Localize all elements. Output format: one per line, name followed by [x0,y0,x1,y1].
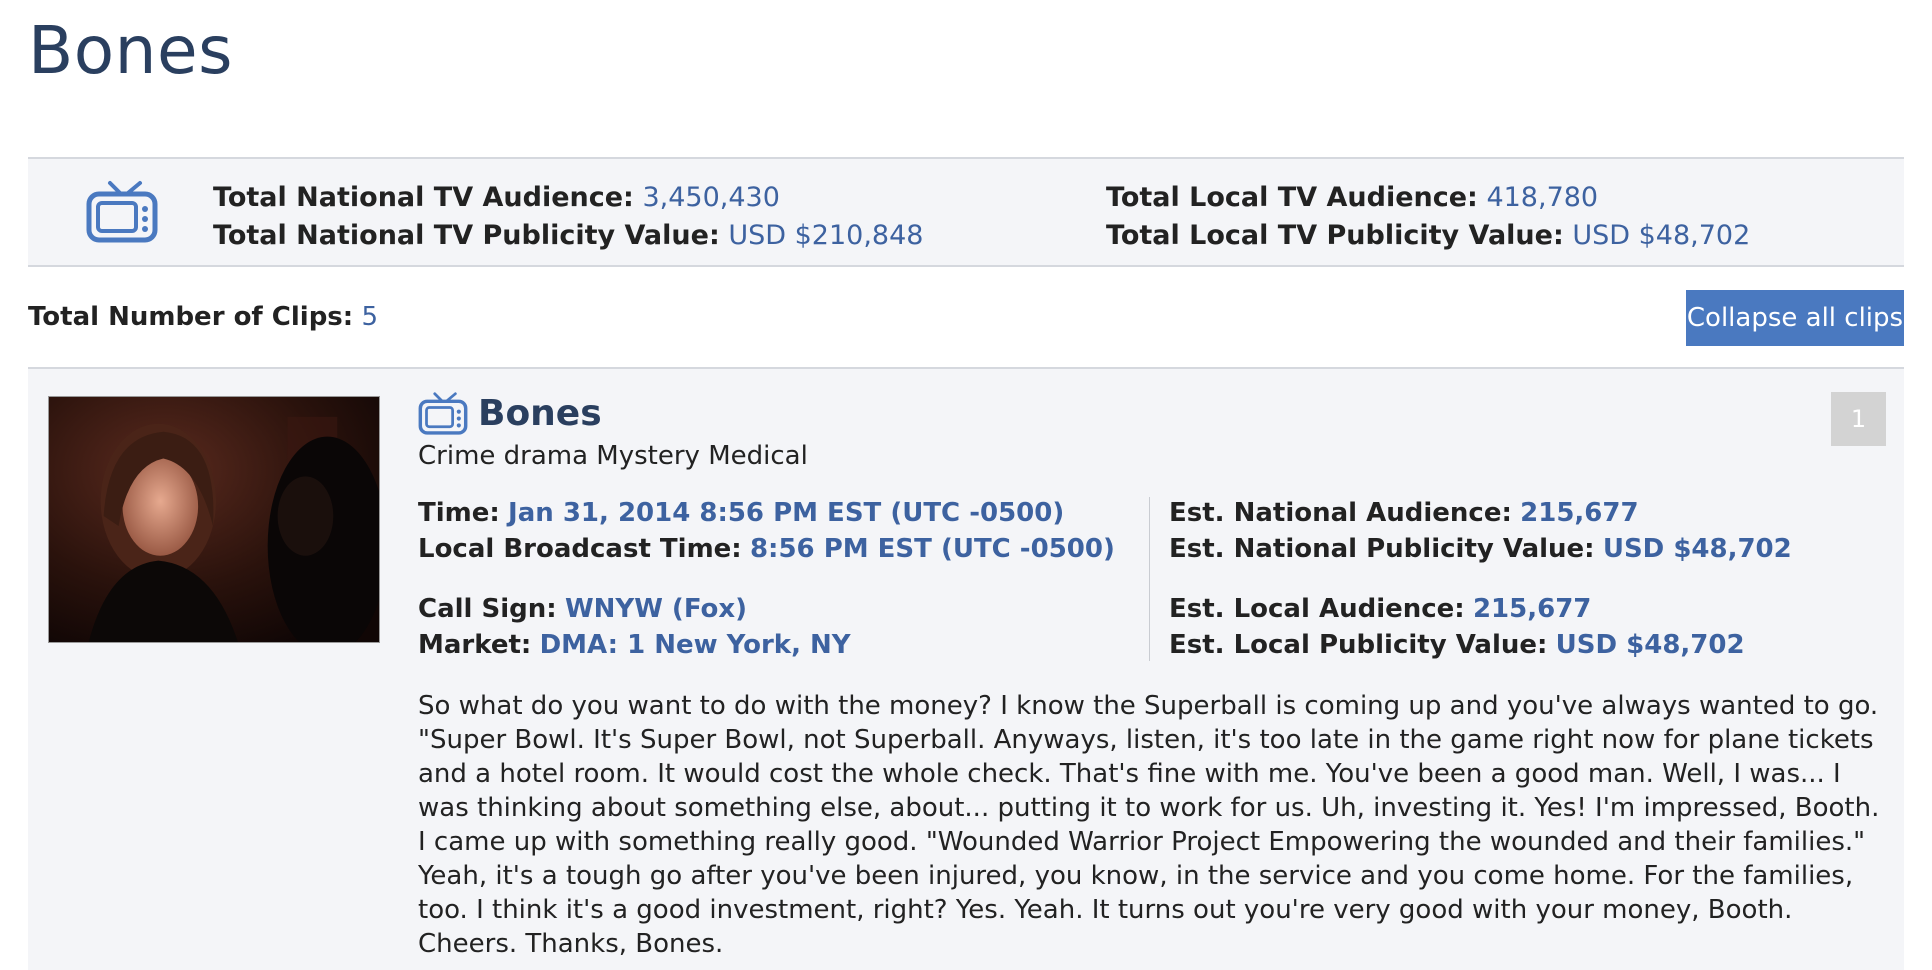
local-time-value: 8:56 PM EST (UTC -0500) [749,534,1115,564]
tv-icon [418,392,468,435]
clip-title[interactable]: Bones [478,393,602,434]
call-sign-value: WNYW (Fox) [564,594,748,624]
clip-count: Total Number of Clips: 5 [28,302,378,332]
national-summary: Total National TV Audience: 3,450,430 To… [213,179,923,255]
local-time-label: Local Broadcast Time: [418,534,742,564]
national-audience-row: Est. National Audience: 215,677 [1169,495,1792,531]
est-national-audience-value: 215,677 [1520,498,1639,528]
est-national-publicity-label: Est. National Publicity Value: [1169,534,1595,564]
national-audience-row: Total National TV Audience: 3,450,430 [213,179,923,217]
local-value-label: Total Local TV Publicity Value: [1106,220,1564,251]
national-audience-value: 3,450,430 [642,182,780,213]
market-value: DMA: 1 New York, NY [539,630,851,660]
tv-icon [86,181,158,243]
local-audience-value: 418,780 [1486,182,1599,213]
est-local-audience-label: Est. Local Audience: [1169,594,1465,624]
local-time-row: Local Broadcast Time: 8:56 PM EST (UTC -… [418,531,1115,567]
local-value-value: USD $48,702 [1572,220,1751,251]
time-row: Time: Jan 31, 2014 8:56 PM EST (UTC -050… [418,495,1115,531]
national-publicity-row: Est. National Publicity Value: USD $48,7… [1169,531,1792,567]
clip-count-value: 5 [361,302,378,332]
market-row: Market: DMA: 1 New York, NY [418,627,851,663]
call-sign-row: Call Sign: WNYW (Fox) [418,591,851,627]
national-value-value: USD $210,848 [728,220,924,251]
national-value-row: Total National TV Publicity Value: USD $… [213,217,923,255]
clip-thumbnail-image [49,397,379,642]
page-title: Bones [28,12,233,89]
local-summary: Total Local TV Audience: 418,780 Total L… [1106,179,1750,255]
local-audience-row: Total Local TV Audience: 418,780 [1106,179,1750,217]
est-national-publicity-value: USD $48,702 [1602,534,1792,564]
clip-local-info: Est. Local Audience: 215,677 Est. Local … [1169,591,1745,663]
local-publicity-row: Est. Local Publicity Value: USD $48,702 [1169,627,1745,663]
clip-transcript: So what do you want to do with the money… [418,691,1880,959]
clip-card: Bones Crime drama Mystery Medical 1 Time… [28,367,1904,970]
call-sign-label: Call Sign: [418,594,557,624]
summary-bar: Total National TV Audience: 3,450,430 To… [28,157,1904,267]
vertical-divider [1149,497,1150,661]
clip-index-badge: 1 [1831,392,1886,446]
local-audience-row: Est. Local Audience: 215,677 [1169,591,1745,627]
time-label: Time: [418,498,500,528]
clip-genre: Crime drama Mystery Medical [418,441,808,471]
clip-time-info: Time: Jan 31, 2014 8:56 PM EST (UTC -050… [418,495,1115,567]
est-local-publicity-label: Est. Local Publicity Value: [1169,630,1548,660]
national-audience-label: Total National TV Audience: [213,182,634,213]
time-value: Jan 31, 2014 8:56 PM EST (UTC -0500) [508,498,1065,528]
local-value-row: Total Local TV Publicity Value: USD $48,… [1106,217,1750,255]
est-local-audience-value: 215,677 [1472,594,1592,624]
est-local-publicity-value: USD $48,702 [1555,630,1745,660]
est-national-audience-label: Est. National Audience: [1169,498,1512,528]
clip-count-label: Total Number of Clips: [28,302,354,332]
collapse-all-clips-button[interactable]: Collapse all clips [1686,290,1904,346]
clip-station-info: Call Sign: WNYW (Fox) Market: DMA: 1 New… [418,591,851,663]
national-value-label: Total National TV Publicity Value: [213,220,720,251]
clip-thumbnail[interactable] [48,396,380,643]
clip-national-info: Est. National Audience: 215,677 Est. Nat… [1169,495,1792,567]
market-label: Market: [418,630,532,660]
local-audience-label: Total Local TV Audience: [1106,182,1478,213]
